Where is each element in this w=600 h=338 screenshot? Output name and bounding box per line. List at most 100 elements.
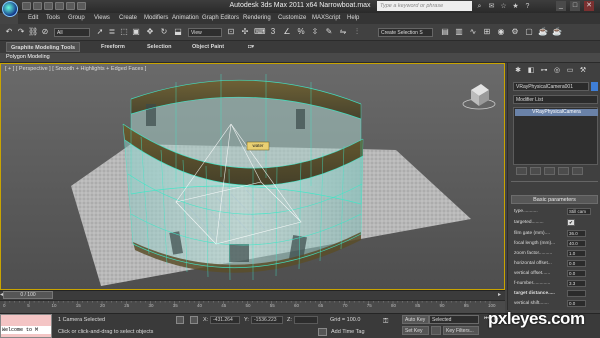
tab-selection[interactable]: Selection (143, 42, 175, 52)
menu-create[interactable]: Create (119, 15, 137, 21)
prev-frame-icon[interactable]: ◂ (0, 291, 3, 299)
graphite-toggle-icon[interactable]: ▥ (454, 27, 464, 37)
undo-tool-icon[interactable]: ↶ (4, 27, 14, 37)
z-coordinate-input[interactable] (294, 316, 318, 324)
menu-customize[interactable]: Customize (278, 15, 306, 21)
rendered-frame-icon[interactable]: ▢ (524, 27, 534, 37)
select-by-name-icon[interactable]: ≣ (107, 27, 117, 37)
utilities-tab-icon[interactable]: ⚒ (578, 66, 588, 76)
named-selection-icon[interactable]: ✎ (324, 27, 334, 37)
help-icon[interactable]: ? (523, 2, 532, 11)
rollout-basic-parameters[interactable]: Basic parameters (511, 195, 598, 204)
target-distance-input[interactable] (567, 290, 586, 297)
schematic-view-icon[interactable]: ⊞ (482, 27, 492, 37)
menu-graph-editors[interactable]: Graph Editors (202, 15, 239, 21)
material-editor-icon[interactable]: ◉ (496, 27, 506, 37)
menu-tools[interactable]: Tools (46, 15, 60, 21)
remove-modifier-button[interactable] (558, 167, 569, 175)
unlink-icon[interactable]: ⊘ (40, 27, 50, 37)
percent-snap-icon[interactable]: % (296, 27, 306, 37)
show-end-result-button[interactable] (530, 167, 541, 175)
spinner-snap-icon[interactable]: ⇳ (310, 27, 320, 37)
subscription-icon[interactable]: ✉ (487, 2, 496, 11)
time-slider-handle[interactable]: 0 / 100 (3, 291, 53, 299)
pivot-icon[interactable]: ⊡ (226, 27, 236, 37)
menu-group[interactable]: Group (68, 15, 85, 21)
film-gate-input[interactable]: 36.0 (567, 230, 586, 237)
scale-icon[interactable]: ⬓ (173, 27, 183, 37)
favorites-icon[interactable]: ★ (511, 2, 520, 11)
f-number-input[interactable]: 3.3 (567, 280, 586, 287)
link-icon[interactable]: ⛓ (28, 27, 38, 37)
y-coordinate-input[interactable]: -1536.223 (251, 316, 283, 324)
tab-object-paint[interactable]: Object Paint (188, 42, 228, 52)
make-unique-button[interactable] (544, 167, 555, 175)
stack-item-vray-camera[interactable]: VRayPhysicalCamera (515, 109, 598, 116)
search-icon[interactable]: ⌕ (475, 2, 484, 11)
tab-freeform[interactable]: Freeform (97, 42, 129, 52)
hierarchy-tab-icon[interactable]: ⊶ (539, 66, 549, 76)
key-filters-icon[interactable] (431, 326, 441, 335)
rectangular-selection-icon[interactable]: ⬚ (119, 27, 129, 37)
minimize-button[interactable]: _ (556, 1, 566, 11)
maximize-button[interactable]: □ (570, 1, 580, 11)
menu-views[interactable]: Views (94, 15, 110, 21)
horizontal-offset-input[interactable]: 0.0 (567, 260, 586, 267)
menu-animation[interactable]: Animation (172, 15, 199, 21)
keyboard-shortcut-icon[interactable]: ⌨ (254, 27, 266, 37)
object-color-swatch[interactable] (591, 82, 598, 91)
communication-center-icon[interactable]: ☆ (499, 2, 508, 11)
menu-rendering[interactable]: Rendering (243, 15, 271, 21)
modify-tab-icon[interactable]: ◧ (526, 66, 536, 76)
menu-maxscript[interactable]: MAXScript (312, 15, 340, 21)
render-production-icon[interactable]: ☕ (538, 27, 548, 37)
time-tag-icon[interactable] (318, 328, 327, 336)
select-manipulate-icon[interactable]: ✣ (240, 27, 250, 37)
curve-editor-icon[interactable]: ∿ (468, 27, 478, 37)
move-icon[interactable]: ✥ (145, 27, 155, 37)
render-setup-icon[interactable]: ⚙ (510, 27, 520, 37)
modifier-stack[interactable]: VRayPhysicalCamera (513, 107, 598, 165)
x-coordinate-input[interactable]: -431.264 (210, 316, 240, 324)
next-frame-icon[interactable]: ▸ (498, 291, 504, 299)
auto-key-button[interactable]: Auto Key (402, 315, 429, 324)
zoom-factor-input[interactable]: 1.0 (567, 250, 586, 257)
create-tab-icon[interactable]: ✱ (513, 66, 523, 76)
vertical-offset-input[interactable]: 0.0 (567, 270, 586, 277)
viewcube[interactable] (461, 82, 497, 112)
set-key-button[interactable]: Set Key (402, 326, 429, 335)
key-filters-button[interactable]: Key Filters... (443, 326, 479, 335)
angle-snap-icon[interactable]: ∠ (282, 27, 292, 37)
reference-coordinate-select[interactable]: View (188, 28, 222, 37)
snap-toggle-icon[interactable]: 3 (268, 27, 278, 37)
search-input[interactable]: Type a keyword or phrase (377, 1, 472, 11)
set-key-mode-key-icon[interactable]: ⚿ (383, 318, 397, 326)
display-tab-icon[interactable]: ▭ (565, 66, 575, 76)
add-time-tag[interactable]: Add Time Tag (331, 329, 365, 335)
absolute-mode-icon[interactable] (190, 316, 198, 324)
menu-modifiers[interactable]: Modifiers (144, 15, 168, 21)
menu-edit[interactable]: Edit (28, 15, 38, 21)
param-type-select[interactable]: Still cam (567, 208, 591, 215)
modifier-list-select[interactable]: Modifier List (513, 95, 598, 104)
rotate-icon[interactable]: ↻ (159, 27, 169, 37)
viewport-label[interactable]: [ + ] [ Perspective ] [ Smooth + Highlig… (5, 66, 146, 72)
ribbon-polygon-modeling[interactable]: Polygon Modeling (6, 54, 50, 60)
pin-stack-button[interactable] (516, 167, 527, 175)
perspective-viewport[interactable]: [ + ] [ Perspective ] [ Smooth + Highlig… (0, 63, 505, 290)
layer-manager-icon[interactable]: ▤ (440, 27, 450, 37)
motion-tab-icon[interactable]: ◎ (552, 66, 562, 76)
auto-key-selection-select[interactable]: Selected (429, 315, 479, 324)
window-crossing-icon[interactable]: ▣ (131, 27, 141, 37)
focal-length-input[interactable]: 40.0 (567, 240, 586, 247)
menu-help[interactable]: Help (347, 15, 359, 21)
select-object-icon[interactable]: ➚ (95, 27, 105, 37)
tab-graphite-modeling-tools[interactable]: Graphite Modeling Tools (6, 42, 81, 52)
align-icon[interactable]: ⫶ (352, 27, 362, 37)
vertical-shift-input[interactable]: 0.0 (567, 300, 586, 307)
object-name-field[interactable]: VRayPhysicalCamera001 (513, 82, 589, 91)
ribbon-options-icon[interactable]: ◘▾ (244, 42, 258, 52)
targeted-checkbox[interactable]: ✔ (567, 219, 575, 226)
render-iterative-icon[interactable]: ☕ (552, 27, 562, 37)
redo-tool-icon[interactable]: ↷ (16, 27, 26, 37)
